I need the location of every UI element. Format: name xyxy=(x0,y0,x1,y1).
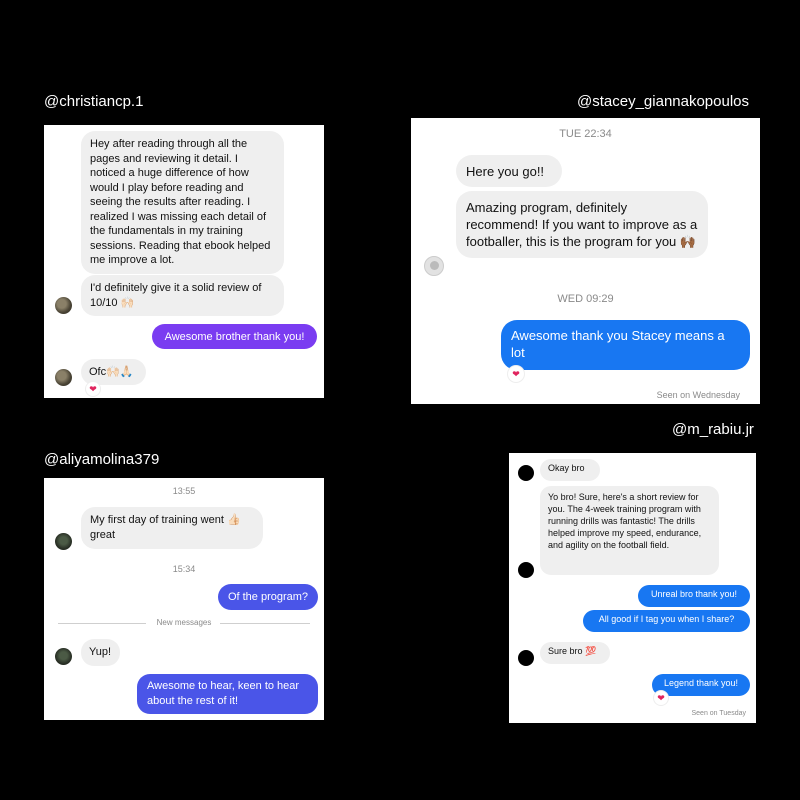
timestamp: TUE 22:34 xyxy=(559,128,612,140)
incoming-message: Here you go!! xyxy=(456,155,562,187)
heart-reaction-icon: ❤ xyxy=(508,366,524,382)
avatar xyxy=(55,297,72,314)
outgoing-message: All good if I tag you when I share? xyxy=(583,610,750,632)
handle-stacey: @stacey_giannakopoulos xyxy=(577,93,750,110)
incoming-message: I'd definitely give it a solid review of… xyxy=(81,275,284,317)
incoming-message: My first day of training went 👍🏻 great xyxy=(81,507,263,549)
outgoing-message: Awesome to hear, keen to hear about the … xyxy=(137,674,318,714)
avatar xyxy=(55,369,72,386)
handle-christian: @christiancp.1 xyxy=(44,93,144,110)
chat-panel-aliya: 13:55 My first day of training went 👍🏻 g… xyxy=(44,478,324,720)
chat-panel-stacey: TUE 22:34 Here you go!! Amazing program,… xyxy=(411,118,760,404)
outgoing-message: Legend thank you! xyxy=(652,674,750,696)
outgoing-message: Unreal bro thank you! xyxy=(638,585,750,607)
avatar xyxy=(518,562,534,578)
incoming-message: Yup! xyxy=(81,639,120,666)
new-messages-divider-line xyxy=(220,623,310,624)
seen-status: Seen on Wednesday xyxy=(656,390,740,400)
incoming-message: Amazing program, definitely recommend! I… xyxy=(456,191,708,259)
avatar xyxy=(518,650,534,666)
incoming-message: Okay bro xyxy=(540,459,600,481)
outgoing-message: Awesome thank you Stacey means a lot xyxy=(501,320,750,370)
incoming-message: Hey after reading through all the pages … xyxy=(81,131,284,274)
chat-panel-rabiu: Okay bro Yo bro! Sure, here's a short re… xyxy=(509,453,756,723)
timestamp: WED 09:29 xyxy=(557,293,614,305)
avatar xyxy=(55,533,72,550)
outgoing-message: Of the program? xyxy=(218,584,318,610)
chat-panel-christian: Hey after reading through all the pages … xyxy=(44,125,324,398)
handle-aliya: @aliyamolina379 xyxy=(44,451,160,468)
incoming-message: Ofc🙌🏻🙏🏻 xyxy=(81,359,146,385)
outgoing-message: Awesome brother thank you! xyxy=(152,324,317,349)
incoming-message: Sure bro 💯 xyxy=(540,642,610,664)
heart-reaction-icon: ❤ xyxy=(86,382,100,396)
timestamp: 15:34 xyxy=(172,564,196,574)
incoming-message: Yo bro! Sure, here's a short review for … xyxy=(540,486,719,575)
avatar xyxy=(518,465,534,481)
avatar xyxy=(55,648,72,665)
handle-rabiu: @m_rabiu.jr xyxy=(672,421,754,438)
seen-status: Seen on Tuesday xyxy=(691,710,747,717)
avatar xyxy=(424,256,444,276)
timestamp: 13:55 xyxy=(172,486,196,496)
heart-reaction-icon: ❤ xyxy=(654,691,668,705)
